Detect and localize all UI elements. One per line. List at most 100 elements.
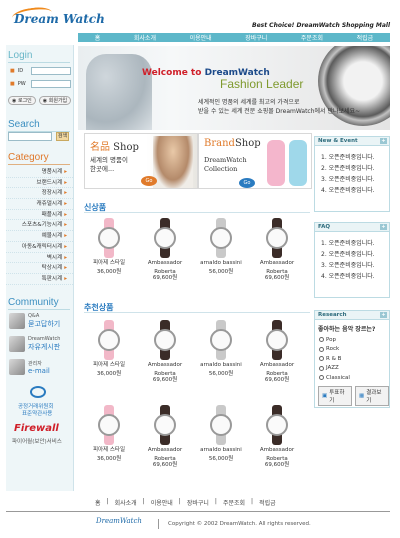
category-item[interactable]: 패플시계 ▸: [6, 210, 73, 221]
news-item[interactable]: 1. 오픈준비중입니다.: [315, 152, 389, 163]
radio-button[interactable]: [319, 337, 324, 343]
product-card[interactable]: Ambassador Roberta 69,600원: [142, 218, 188, 282]
product-name[interactable]: Ambassador: [142, 447, 188, 454]
footer-link[interactable]: 장바구니: [187, 498, 209, 507]
go-button[interactable]: Go: [239, 178, 255, 188]
product-image[interactable]: [204, 218, 238, 258]
product-image[interactable]: [204, 320, 238, 360]
product-card[interactable]: arnaldo bassini 56,000원: [198, 320, 244, 377]
product-image[interactable]: [148, 320, 182, 360]
radio-button[interactable]: [319, 365, 324, 371]
pw-input[interactable]: [30, 80, 71, 88]
main-banner[interactable]: Welcome to DreamWatch Fashion Leader 세계적…: [78, 46, 390, 130]
go-button[interactable]: Go: [141, 176, 157, 186]
product-card[interactable]: Ambassador Roberta 69,600원: [254, 218, 300, 282]
product-name[interactable]: arnaldo bassini: [198, 362, 244, 369]
product-card[interactable]: 피아제 스타일 36,000원: [86, 218, 132, 275]
result-button[interactable]: ▦ 결과보기: [355, 385, 389, 406]
nav-orders[interactable]: 주문조회: [301, 33, 323, 42]
product-card[interactable]: arnaldo bassini 56,000원: [198, 218, 244, 275]
product-card[interactable]: 피아제 스타일 36,000원: [86, 405, 132, 462]
site-logo[interactable]: Dream Watch: [11, 5, 105, 26]
product-image[interactable]: [92, 320, 126, 360]
radio-button[interactable]: [319, 356, 324, 362]
category-item[interactable]: 벽시계 ▸: [6, 253, 73, 264]
more-button[interactable]: +: [380, 224, 387, 230]
product-name[interactable]: Ambassador: [254, 447, 300, 454]
category-item[interactable]: 브랜드시계 ▸: [6, 178, 73, 189]
product-image[interactable]: [260, 405, 294, 445]
poll-option[interactable]: Pop: [315, 335, 389, 345]
product-image[interactable]: [148, 405, 182, 445]
news-item[interactable]: 2. 오픈준비중입니다.: [315, 163, 389, 174]
product-name[interactable]: arnaldo bassini: [198, 447, 244, 454]
community-email[interactable]: 관리자 e-mail: [9, 359, 50, 375]
product-name[interactable]: Ambassador: [142, 260, 188, 267]
promo-brand[interactable]: BrandShop DreamWatch Collection Go: [198, 133, 312, 189]
poll-option[interactable]: R & B: [315, 354, 389, 364]
product-card[interactable]: Ambassador Roberta 69,600원: [254, 405, 300, 469]
footer-link[interactable]: 적립금: [259, 498, 276, 507]
radio-button[interactable]: [319, 375, 324, 381]
id-input[interactable]: [30, 67, 71, 75]
category-item[interactable]: 스포츠&기능시계 ▸: [6, 220, 73, 232]
footer-link[interactable]: 회사소개: [115, 498, 137, 507]
category-item[interactable]: 탁상시계 ▸: [6, 263, 73, 274]
search-input[interactable]: [8, 132, 52, 141]
product-card[interactable]: arnaldo bassini 56,000원: [198, 405, 244, 462]
faq-item[interactable]: 2. 오픈준비중입니다.: [315, 249, 389, 260]
product-name[interactable]: 피아제 스타일: [86, 447, 132, 454]
nav-points[interactable]: 적립금: [357, 33, 374, 42]
footer-link[interactable]: 주문조회: [223, 498, 245, 507]
poll-option[interactable]: JAZZ: [315, 364, 389, 374]
product-name[interactable]: Ambassador: [254, 362, 300, 369]
nav-cart[interactable]: 장바구니: [245, 33, 267, 42]
footer-link[interactable]: 홈: [95, 498, 101, 507]
poll-option[interactable]: Classical: [315, 373, 389, 383]
news-item[interactable]: 3. 오픈준비중입니다.: [315, 174, 389, 185]
radio-button[interactable]: [319, 346, 324, 352]
login-button[interactable]: ◉ 로그인: [8, 96, 36, 105]
faq-item[interactable]: 1. 오픈준비중입니다.: [315, 238, 389, 249]
category-item[interactable]: 아동&캐릭터시계 ▸: [6, 242, 73, 253]
product-image[interactable]: [204, 405, 238, 445]
more-button[interactable]: +: [380, 138, 387, 144]
product-card[interactable]: Ambassador Roberta 69,600원: [142, 405, 188, 469]
faq-item[interactable]: 4. 오픈준비중입니다.: [315, 271, 389, 282]
product-name[interactable]: arnaldo bassini: [198, 260, 244, 267]
product-name[interactable]: Ambassador: [142, 362, 188, 369]
category-item[interactable]: 정장시계 ▸: [6, 188, 73, 200]
nav-guide[interactable]: 이용안내: [190, 33, 212, 42]
nav-about[interactable]: 회사소개: [134, 33, 156, 42]
product-card[interactable]: 피아제 스타일 36,000원: [86, 320, 132, 377]
faq-item[interactable]: 3. 오픈준비중입니다.: [315, 260, 389, 271]
product-image[interactable]: [148, 218, 182, 258]
product-image[interactable]: [260, 218, 294, 258]
category-item[interactable]: 명품시계 ▸: [6, 167, 73, 178]
category-item[interactable]: 캐쥬얼시계 ▸: [6, 199, 73, 210]
nav-home[interactable]: 홈: [95, 33, 101, 42]
product-image[interactable]: [260, 320, 294, 360]
product-name[interactable]: 피아제 스타일: [86, 362, 132, 369]
category-item[interactable]: 예물시계 ▸: [6, 231, 73, 242]
community-qna[interactable]: Q&A 묻고답하기: [9, 313, 60, 329]
promo-luxury[interactable]: 名品 Shop 세계의 명품이 한곳에... Go: [84, 133, 198, 189]
vote-button[interactable]: ▣ 투표하기: [318, 385, 352, 406]
join-button[interactable]: ◉ 회원가입: [38, 96, 72, 105]
more-button[interactable]: +: [380, 312, 387, 318]
community-link[interactable]: 묻고답하기: [28, 319, 60, 329]
poll-option[interactable]: Rock: [315, 345, 389, 355]
footer-link[interactable]: 이용안내: [151, 498, 173, 507]
product-card[interactable]: Ambassador Roberta 69,600원: [254, 320, 300, 384]
community-board[interactable]: DreamWatch 자유게시판: [9, 336, 60, 352]
product-image[interactable]: [92, 218, 126, 258]
product-name[interactable]: 피아제 스타일: [86, 260, 132, 267]
community-link[interactable]: e-mail: [28, 367, 50, 375]
product-card[interactable]: Ambassador Roberta 69,600원: [142, 320, 188, 384]
category-item[interactable]: 특판시계 ▸: [6, 274, 73, 285]
product-image[interactable]: [92, 405, 126, 445]
product-name[interactable]: Ambassador: [254, 260, 300, 267]
search-button[interactable]: 검색: [56, 132, 69, 141]
news-item[interactable]: 4. 오픈준비중입니다.: [315, 185, 389, 196]
community-link[interactable]: 자유게시판: [28, 342, 60, 352]
